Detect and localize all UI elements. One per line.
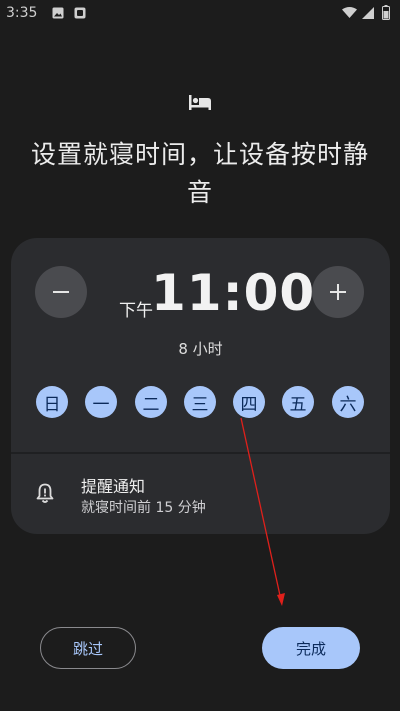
increase-time-button[interactable] — [312, 266, 364, 318]
day-toggle-sunday[interactable]: 日 — [36, 386, 68, 418]
bedtime-time[interactable]: 11:00 — [151, 264, 315, 322]
bedtime-card: 下午 11:00 8 小时 日 一 二 三 四 五 六 提醒通知 就寝时间前 1… — [11, 238, 390, 534]
alarm-bell-icon — [36, 483, 54, 503]
day-toggle-saturday[interactable]: 六 — [332, 386, 364, 418]
plus-icon — [330, 284, 346, 300]
decrease-time-button[interactable] — [35, 266, 87, 318]
reminder-subtitle: 就寝时间前 15 分钟 — [81, 500, 206, 516]
minus-icon — [53, 291, 69, 293]
day-toggle-tuesday[interactable]: 二 — [135, 386, 167, 418]
day-toggle-wednesday[interactable]: 三 — [184, 386, 216, 418]
status-time: 3:35 — [6, 5, 38, 21]
day-toggle-monday[interactable]: 一 — [85, 386, 117, 418]
sleep-duration: 8 小时 — [178, 340, 223, 358]
page-title: 设置就寝时间，让设备按时静音 — [30, 140, 369, 207]
day-toggle-friday[interactable]: 五 — [282, 386, 314, 418]
status-bar: 3:35 — [0, 0, 400, 28]
bedtime-setup-screen: 3:35 设置就寝时间，让设备按时静音 下午 11:00 8 小时 日 一 二 … — [0, 0, 400, 711]
day-toggle-thursday[interactable]: 四 — [233, 386, 265, 418]
wifi-icon — [342, 7, 357, 18]
reminder-title: 提醒通知 — [81, 477, 146, 496]
battery-icon — [382, 5, 390, 20]
done-button[interactable]: 完成 — [262, 627, 360, 669]
signal-icon — [362, 7, 374, 19]
image-icon — [52, 7, 64, 19]
notification-icon — [74, 7, 86, 19]
card-divider — [11, 452, 390, 454]
bed-icon — [189, 95, 211, 110]
time-period: 下午 — [119, 301, 153, 321]
skip-button[interactable]: 跳过 — [40, 627, 136, 669]
